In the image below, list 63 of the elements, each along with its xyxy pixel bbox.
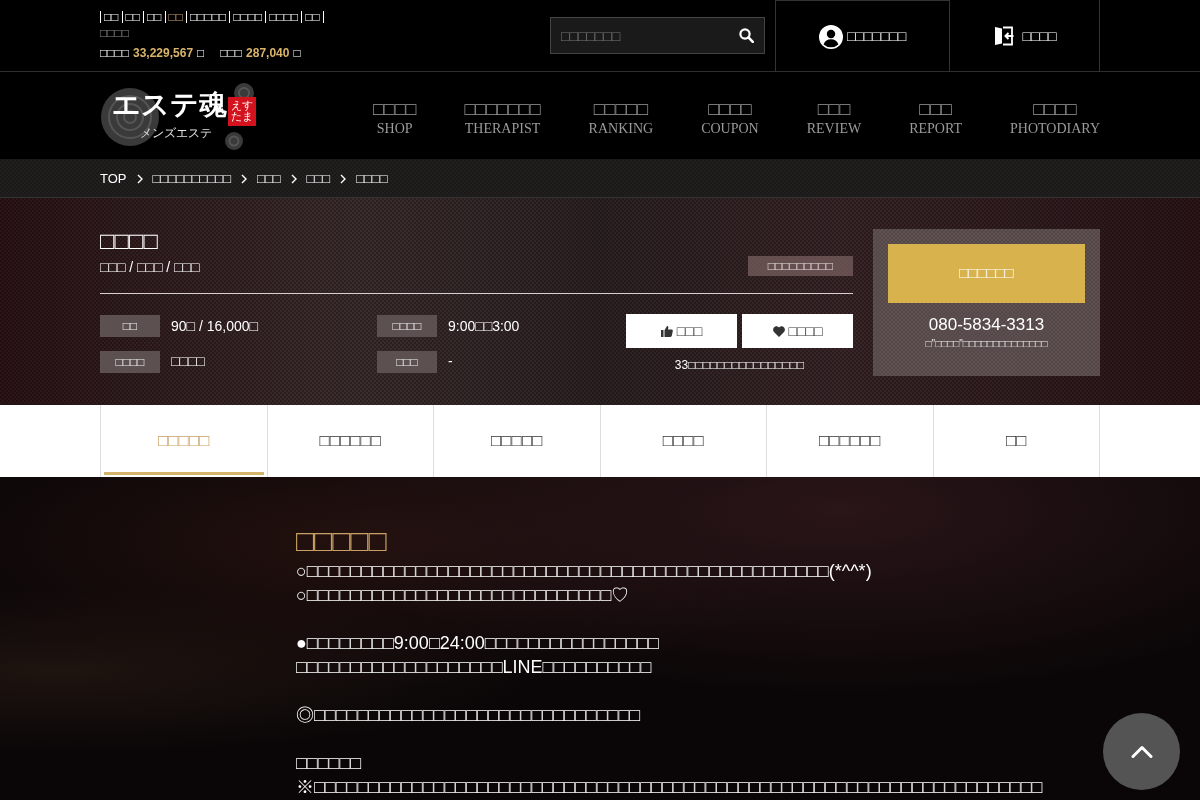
top-link[interactable]: □□ [301,11,324,23]
like-button[interactable]: □□□ [626,314,737,348]
thumbs-up-icon [660,325,673,337]
section-heading: □□□□□ [296,523,388,559]
top-link[interactable]: □□ [164,11,186,23]
stat-label: □□□□ [100,45,129,62]
logo-tagline: メンズエステ [140,125,212,140]
chevron-right-icon [290,173,297,184]
info-value: 90□ / 16,000□ [171,316,258,336]
nav-link[interactable]: □□□ REPORT [909,97,962,138]
nav-link[interactable]: □□□□ SHOP [373,97,417,138]
stat-unit: □ [197,45,205,62]
phone-number: 080-5834-3313 [927,314,1046,336]
top-link[interactable]: □□□□ [265,11,302,23]
logo-stamp: えすたま [228,96,256,126]
body-text: ◎□□□□□□□□□□□□□□□□□□□□□□□□□□□□□□ [296,704,642,727]
top-link[interactable]: □□□□ [229,11,266,23]
nav-link[interactable]: □□□ REVIEW [806,97,862,138]
breadcrumb-link[interactable]: □□□□□□□□□□ [152,168,232,189]
info-value: - [448,352,453,372]
stat-value: 33,229,567 [133,45,194,62]
chevron-right-icon [136,173,143,184]
door-arrow-icon [992,25,1015,47]
action-note: 33□□□□□□□□□□□□□□□□ [673,357,806,374]
top-link[interactable]: □□□□□ [186,11,230,23]
nav-link[interactable]: □□□□ PHOTODIARY [1010,97,1100,138]
info-label: □□□ [377,350,437,373]
info-label: □□ [100,315,160,338]
body-text: ○□□□□□□□□□□□□□□□□□□□□□□□□□□□□□□□□□□□□□□□□□□□□□□□□(*^^*) ○□□□□□□□□□□□□□□□□□□□□□□□□□□□□♡ [296,560,873,607]
nav-link[interactable]: □□□□□□□ THERAPIST [464,97,541,138]
body-text: ●□□□□□□□□9:00□24:00□□□□□□□□□□□□□□□□ □□□□□□□□□□□□□□□□□□□LINE□□□□□□□□□□ [296,632,660,679]
header-note: □□□□ [100,25,129,42]
info-value: 9:00□□3:00 [448,316,520,336]
breadcrumb-link[interactable]: □□□ [306,168,331,189]
logo-text: エステ魂 [112,90,227,119]
info-value: □□□□ [171,352,205,372]
subheading: □□□□□□ [296,752,363,775]
top-link[interactable]: □□ [121,11,143,23]
shop-tag: □□□□□□□□□ [747,256,853,276]
stat-unit: □ [293,45,301,62]
chevron-right-icon [241,173,248,184]
body-text: ※□□□□□□□□□□□□□□□□□□□□□□□□□□□□□□□□□□□□□□□□□□□□□□□□□□□□□□□□□□□□□□□□□□□ [296,776,1044,799]
shop-areas: □□□ / □□□ / □□□ [100,257,200,277]
shop-name: □□□□ [100,226,159,256]
reserve-note: □"□□□□"□□□□□□□□□□□□□□ [924,337,1049,351]
heart-icon [772,325,785,337]
info-label: □□□□ [100,350,160,373]
search-field[interactable]: □□□□□□□ [550,17,765,54]
top-link[interactable]: □□ [143,11,165,23]
user-icon [818,24,843,49]
breadcrumb-link[interactable]: □□□ [257,168,281,189]
search-icon [739,28,754,43]
stat-value: 287,040 [246,45,290,62]
chevron-up-icon [1130,745,1153,758]
stat-label: □□□ [220,45,243,62]
nav-link[interactable]: □□□□ COUPON [701,97,759,138]
breadcrumb-current: □□□□ [356,169,388,188]
top-link[interactable]: □□ [100,11,122,23]
chevron-right-icon [340,173,347,184]
nav-link[interactable]: □□□□□ RANKING [588,97,654,138]
info-label: □□□□ [377,315,437,338]
favorite-button[interactable]: □□□□ [742,314,853,348]
breadcrumb-link[interactable]: TOP [100,168,127,189]
